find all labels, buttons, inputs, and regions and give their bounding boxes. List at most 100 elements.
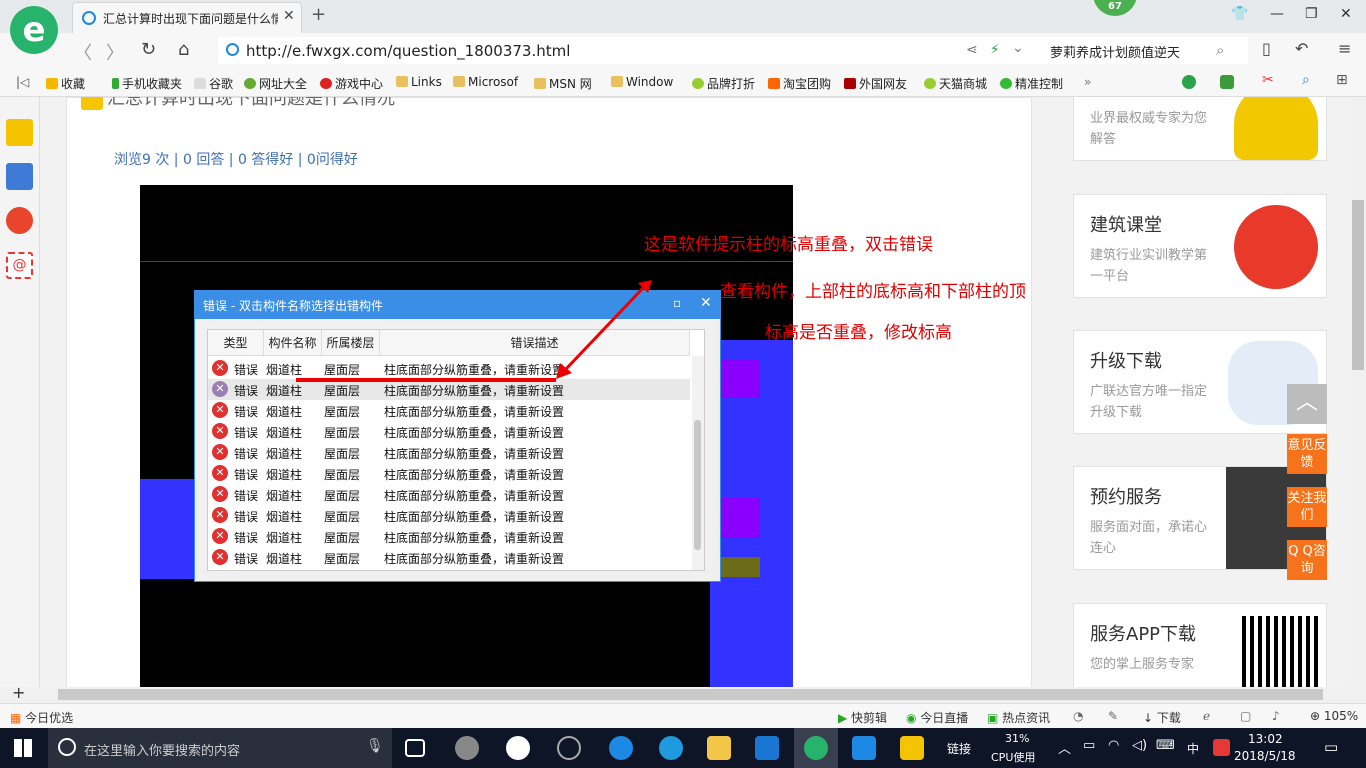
mail-icon[interactable]: @ (6, 252, 33, 279)
restore-button[interactable]: ❐ (1305, 6, 1318, 22)
notes-app-icon[interactable] (900, 736, 924, 760)
bookmark-item[interactable]: 淘宝团购 (768, 75, 831, 92)
page-scrollbar-thumb[interactable] (1352, 200, 1364, 370)
window-icon[interactable]: ▢ (1240, 709, 1251, 723)
zoom-level[interactable]: ⊕ 105% (1310, 709, 1358, 723)
taskbar-search[interactable]: 在这里输入你要搜索的内容 🎙 (48, 728, 392, 768)
search-icon[interactable]: ⌕ (1216, 41, 1224, 59)
taobao-icon (768, 78, 780, 89)
minimize-button[interactable]: — (1270, 6, 1284, 22)
glodon-app-icon[interactable] (755, 736, 779, 760)
new-tab-button[interactable]: + (311, 4, 326, 25)
notification-badge[interactable]: 67 (1093, 0, 1137, 16)
forward-button[interactable]: 〉 (106, 39, 124, 65)
pin-icon[interactable]: ✎ (1108, 709, 1118, 723)
ime-indicator[interactable]: 中 (1187, 740, 1199, 757)
download-icon: ↓ (1143, 711, 1157, 725)
skin-icon[interactable]: 👕 (1231, 6, 1248, 22)
weibo-icon[interactable] (6, 207, 33, 234)
bookmark-item[interactable]: 品牌打折 (692, 75, 755, 92)
close-window-button[interactable]: ✕ (1340, 6, 1352, 22)
scissors-icon[interactable]: ✂ (1262, 72, 1274, 88)
follow-us-button[interactable]: 关注我们 (1287, 487, 1327, 527)
url-field[interactable]: http://e.fwxgx.com/question_1800373.html… (218, 37, 1248, 64)
shield-icon[interactable] (1182, 75, 1196, 89)
bookmark-item[interactable]: Window (611, 75, 673, 89)
speed-icon[interactable]: ⚡ (990, 42, 1000, 58)
browser-logo-icon[interactable]: e (10, 6, 58, 54)
speed-icon[interactable]: ◔ (1073, 709, 1083, 723)
favorites-icon[interactable] (6, 119, 33, 146)
ie-browser-icon[interactable] (506, 736, 530, 760)
bookmark-item[interactable]: 谷歌 (194, 75, 233, 92)
remote-app-icon[interactable] (852, 736, 876, 760)
search-suggestion[interactable]: 萝莉养成计划颜值逆天 (1050, 42, 1180, 61)
download-link[interactable]: ↓ 下载 (1143, 709, 1181, 726)
share-icon[interactable]: ⋖ (966, 42, 978, 58)
game-icon (320, 78, 332, 89)
qq-consult-button[interactable]: Q Q咨询 (1287, 540, 1327, 580)
bookmark-item[interactable]: 天猫商城 (924, 75, 987, 92)
windows-start-icon[interactable] (14, 739, 32, 757)
undo-icon[interactable]: ↶ (1295, 39, 1308, 58)
list-icon[interactable] (6, 163, 33, 190)
bookmark-item[interactable]: 手机收藏夹 (112, 75, 182, 92)
more-bookmarks-icon[interactable]: » (1084, 75, 1091, 89)
edge-icon[interactable] (609, 736, 633, 760)
course-card[interactable]: 建筑课堂 建筑行业实训教学第一平台 (1073, 194, 1327, 298)
bookmark-item[interactable]: MSN 网 (534, 75, 592, 92)
360-browser-icon[interactable] (804, 736, 828, 760)
clock-time[interactable]: 13:02 (1248, 732, 1283, 746)
bookmark-item[interactable]: 网址大全 (244, 75, 307, 92)
browser-tab[interactable]: 汇总计算时出现下面问题是什么情况 ✕ (72, 2, 302, 33)
battery-icon[interactable]: ▭ (1083, 738, 1095, 753)
bookmark-item[interactable]: 精准控制 (1000, 75, 1063, 92)
task-view-icon[interactable] (405, 739, 425, 757)
clock-date[interactable]: 2018/5/18 (1234, 749, 1296, 763)
horizontal-scrollbar-thumb[interactable] (58, 689, 1323, 700)
links-toolbar[interactable]: 链接 (947, 740, 971, 757)
wifi-icon[interactable]: ◠ (1108, 738, 1119, 753)
keyboard-icon[interactable]: ⌨ (1156, 738, 1175, 753)
app-icon[interactable] (455, 736, 479, 760)
sogou-ime-icon[interactable] (1213, 739, 1230, 756)
status-item[interactable]: ▶ 快剪辑 (838, 709, 887, 726)
ie-mode-icon[interactable]: ℯ (1203, 709, 1210, 723)
close-tab-icon[interactable]: ✕ (283, 8, 295, 24)
bookmark-item[interactable]: 收藏 (46, 75, 85, 92)
status-item[interactable]: ◉ 今日直播 (906, 709, 968, 726)
home-button[interactable]: ⌂ (178, 39, 189, 60)
back-to-top-button[interactable]: ︿ (1287, 384, 1327, 424)
notification-center-icon[interactable]: ▭ (1324, 738, 1338, 756)
bookmark-item[interactable]: Links (396, 75, 442, 89)
today-picks-link[interactable]: ▦ 今日优选 (10, 709, 73, 726)
mobile-icon[interactable]: ▯ (1262, 39, 1271, 58)
refresh-button[interactable]: ↻ (141, 39, 156, 60)
phone-icon (112, 78, 119, 89)
app-icon[interactable] (557, 736, 581, 760)
microphone-icon[interactable]: 🎙 (366, 738, 384, 754)
bookmark-item[interactable]: 外国网友 (844, 75, 907, 92)
status-item[interactable]: ▣ 热点资讯 (987, 709, 1050, 726)
volume-icon[interactable]: ◁) (1132, 738, 1147, 753)
add-sidebar-icon[interactable]: + (12, 683, 25, 702)
menu-icon[interactable]: ≡ (1338, 39, 1351, 58)
page-scrollbar[interactable] (1350, 97, 1366, 687)
sidebar-toggle-icon[interactable]: |◁ (16, 75, 29, 89)
bookmark-item[interactable]: Microsof (453, 75, 518, 89)
file-explorer-icon[interactable] (707, 736, 731, 760)
internet-explorer-icon[interactable] (659, 736, 683, 760)
tray-chevron-icon[interactable]: ︿ (1058, 738, 1071, 757)
chevron-down-icon[interactable]: ⌄ (1012, 40, 1024, 56)
bookmark-item[interactable]: 游戏中心 (320, 75, 383, 92)
mute-icon[interactable]: ♪ (1272, 709, 1280, 723)
search-icon[interactable]: ⌕ (1302, 72, 1310, 88)
feedback-button[interactable]: 意见反馈 (1287, 434, 1327, 474)
expert-card[interactable]: 业界最权威专家为您解答 (1073, 97, 1327, 161)
apps-icon[interactable]: ⊞ (1336, 72, 1348, 88)
star-icon (46, 78, 58, 89)
translate-icon[interactable] (1220, 75, 1234, 89)
app-card[interactable]: 服务APP下载 您的掌上服务专家 (1073, 603, 1327, 687)
card-subtitle: 服务面对面，承诺心连心 (1090, 520, 1208, 556)
back-button[interactable]: 〈 (74, 39, 92, 65)
